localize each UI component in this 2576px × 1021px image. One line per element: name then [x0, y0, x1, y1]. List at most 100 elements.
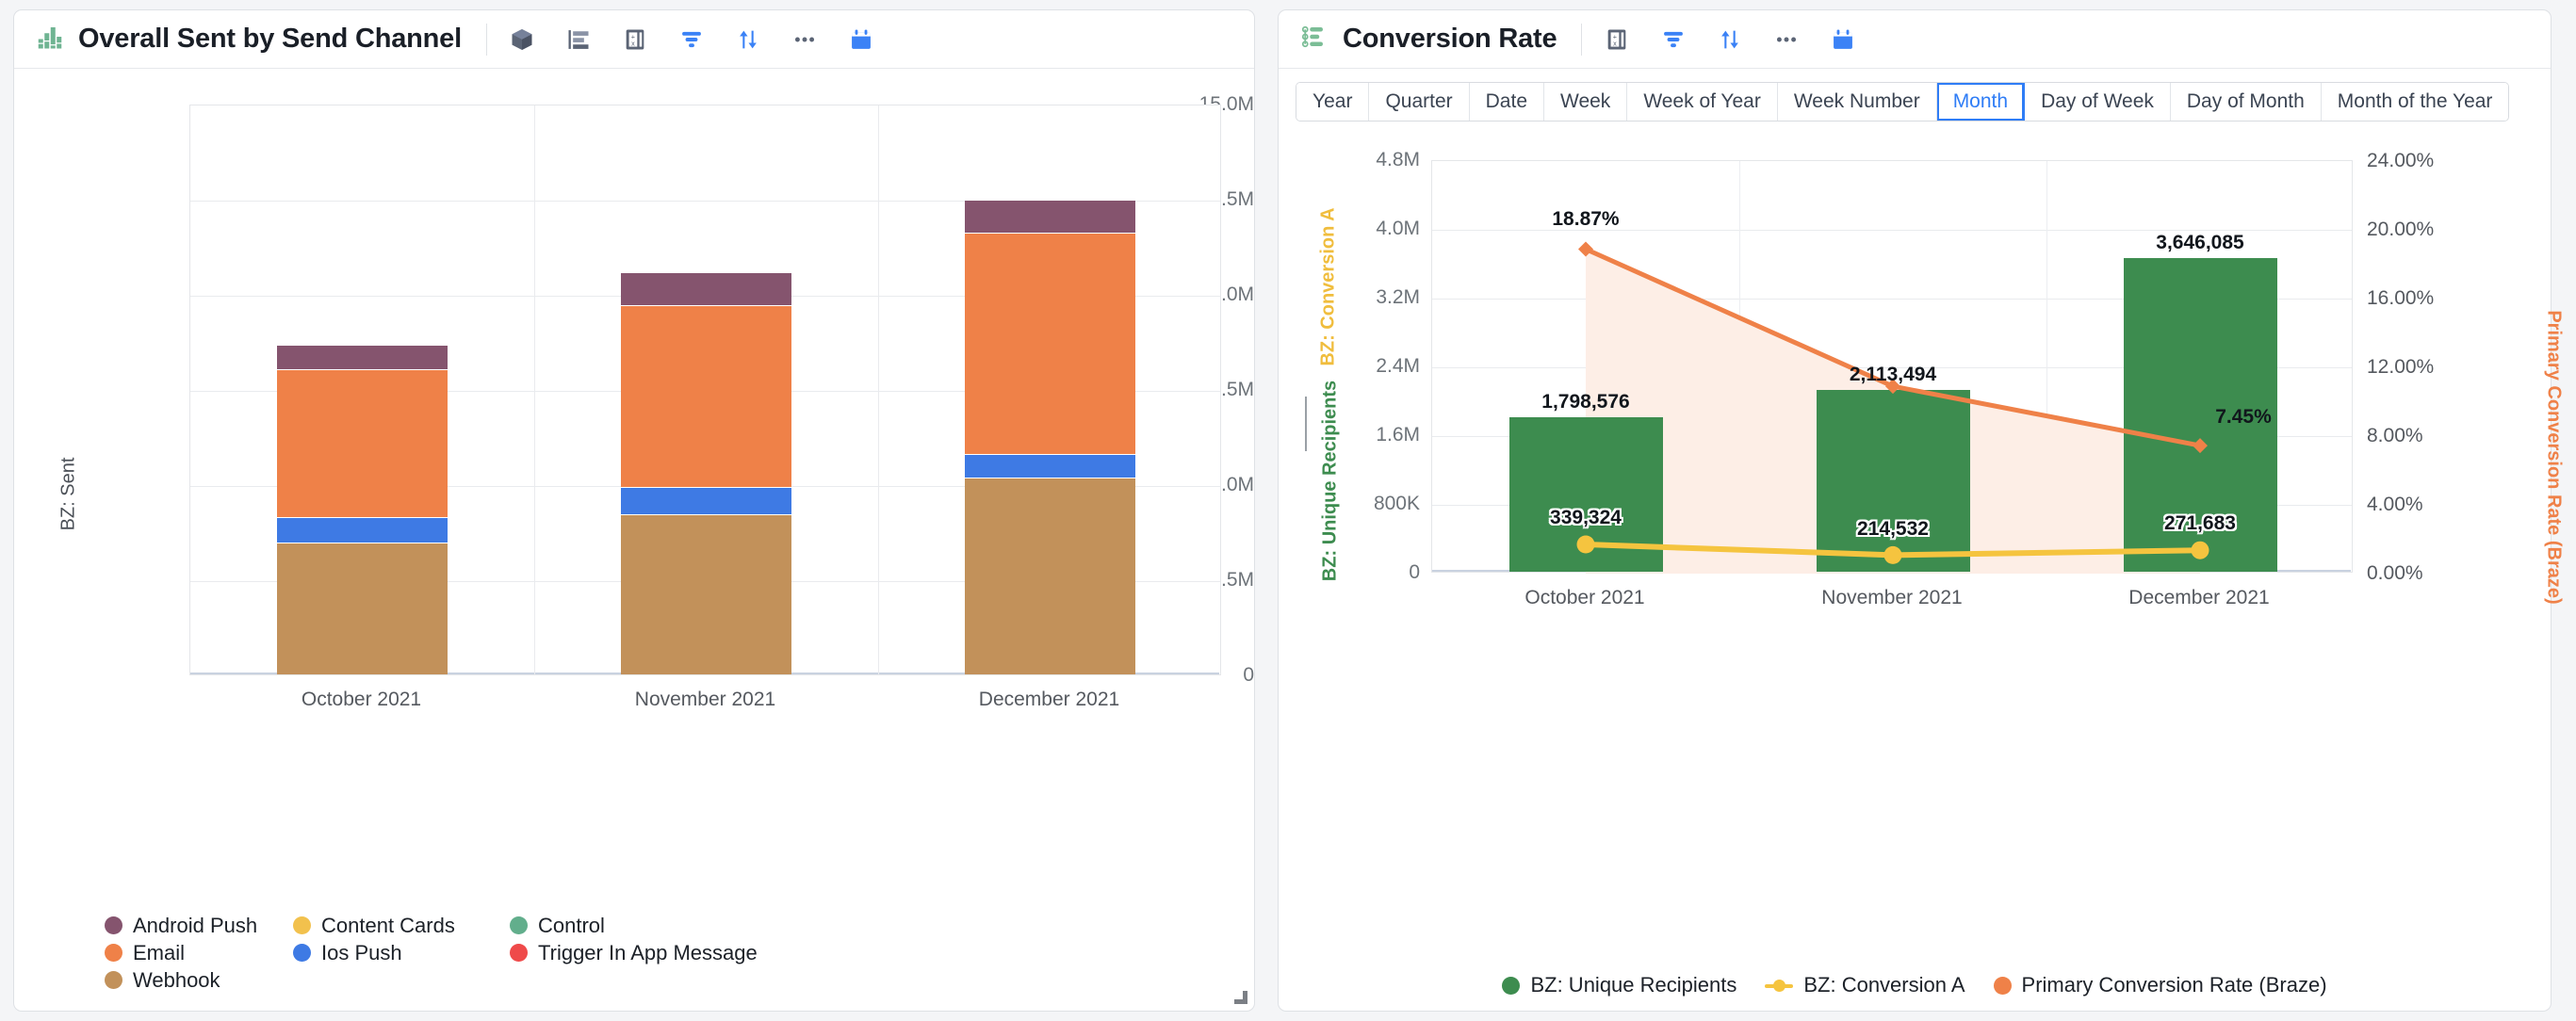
calculator-icon[interactable]: + x: [1603, 25, 1631, 54]
tab-week-of-year[interactable]: Week of Year: [1627, 83, 1778, 121]
legend-label: Webhook: [133, 967, 220, 992]
filter-icon[interactable]: [677, 25, 706, 54]
legend-label: Control: [538, 913, 605, 937]
x-tick: December 2021: [2128, 587, 2270, 608]
data-label-conversion-a: 214,532: [1857, 518, 1929, 540]
right-y-tick: 4.00%: [2367, 494, 2423, 515]
more-options-icon[interactable]: [1772, 25, 1801, 54]
combo-chart-icon: [1299, 23, 1328, 56]
x-tick: October 2021: [301, 689, 422, 710]
legend-item-content-cards[interactable]: Content Cards: [293, 912, 510, 939]
right-y-tick: 0.00%: [2367, 562, 2423, 584]
bar-segment-email[interactable]: [965, 234, 1135, 455]
bar-segment-webhook[interactable]: [965, 478, 1135, 674]
bar-segment-android-push[interactable]: [621, 272, 791, 306]
left-y-tick: 4.0M: [1376, 218, 1420, 239]
left-y-tick: 4.8M: [1376, 149, 1420, 170]
bar-segment-ios-push[interactable]: [277, 517, 448, 543]
data-label-conversion-rate: 18.87%: [1552, 208, 1620, 230]
more-options-icon[interactable]: [791, 25, 819, 54]
right-panel-title: Conversion Rate: [1343, 24, 1557, 54]
right-axis-title: Primary Conversion Rate (Braze): [2543, 310, 2565, 605]
bar-segment-email[interactable]: [277, 369, 448, 517]
bar-segment-webhook[interactable]: [277, 543, 448, 674]
right-y-tick: 20.00%: [2367, 219, 2435, 240]
x-tick: November 2021: [634, 689, 776, 710]
sort-icon[interactable]: [1716, 25, 1744, 54]
right-y-tick: 12.00%: [2367, 356, 2435, 378]
legend-item-trigger-in-app-message[interactable]: Trigger In App Message: [510, 939, 758, 966]
left-panel-header: Overall Sent by Send Channel + x: [14, 10, 1254, 69]
bar-segment-ios-push[interactable]: [621, 487, 791, 515]
legend-swatch: [293, 944, 311, 962]
legend-item-android-push[interactable]: Android Push: [105, 912, 293, 939]
legend-label: Content Cards: [321, 913, 455, 937]
tab-month[interactable]: Month: [1936, 83, 2026, 121]
legend-label: BZ: Conversion A: [1803, 973, 1965, 997]
legend-item-email[interactable]: Email: [105, 939, 293, 966]
tab-quarter[interactable]: Quarter: [1369, 83, 1470, 121]
left-chart-legend: Android Push Content Cards Control Email…: [105, 912, 758, 994]
toolbar-divider: [485, 23, 487, 56]
fields-list-icon[interactable]: [564, 25, 593, 54]
tab-date[interactable]: Date: [1469, 83, 1544, 121]
vertical-divider: [534, 105, 535, 674]
tab-month-of-the-year[interactable]: Month of the Year: [2321, 83, 2509, 121]
conversion-rate-chart: BZ: Unique Recipients BZ: Conversion A P…: [1279, 122, 2565, 1011]
calendar-icon[interactable]: [847, 25, 875, 54]
svg-text:x: x: [631, 39, 635, 47]
legend-item-control[interactable]: Control: [510, 912, 758, 939]
data-label-unique-recipients: 3,646,085: [2156, 232, 2244, 253]
time-granularity-tabs: Year Quarter Date Week Week of Year Week…: [1296, 82, 2510, 122]
bar-segment-android-push[interactable]: [277, 345, 448, 369]
legend-item-primary-conversion-rate[interactable]: Primary Conversion Rate (Braze): [1993, 973, 2327, 997]
data-label-conversion-a: 339,324: [1550, 507, 1622, 528]
stacked-bar-chart-icon: [35, 23, 63, 56]
left-y-tick: 3.2M: [1376, 286, 1420, 308]
sort-icon[interactable]: [734, 25, 762, 54]
data-label-conversion-rate: 7.45%: [2215, 406, 2272, 428]
vertical-divider: [878, 105, 879, 674]
legend-item-unique-recipients[interactable]: BZ: Unique Recipients: [1502, 973, 1736, 997]
right-plot-area: 18.87% 7.45% 1,798,576 2,113,494 3,646,0…: [1431, 160, 2353, 574]
x-tick: December 2021: [978, 689, 1120, 710]
data-label-unique-recipients: 1,798,576: [1541, 391, 1630, 413]
data-label-conversion-a: 271,683: [2164, 512, 2236, 534]
legend-label: Trigger In App Message: [538, 940, 758, 964]
bar-segment-email[interactable]: [621, 306, 791, 487]
tab-week-number[interactable]: Week Number: [1777, 83, 1937, 121]
calculator-icon[interactable]: + x: [621, 25, 649, 54]
tab-day-of-month[interactable]: Day of Month: [2170, 83, 2322, 121]
right-y-tick: 24.00%: [2367, 150, 2435, 171]
resize-handle[interactable]: [1234, 991, 1247, 1004]
legend-item-webhook[interactable]: Webhook: [105, 966, 293, 994]
bar-segment-webhook[interactable]: [621, 515, 791, 674]
bar-segment-ios-push[interactable]: [965, 455, 1135, 478]
left-plot-area: [189, 105, 1221, 675]
right-y-tick: 8.00%: [2367, 425, 2423, 446]
tab-year[interactable]: Year: [1296, 83, 1370, 121]
left-chart-y-axis-title: BZ: Sent: [57, 457, 79, 531]
legend-item-ios-push[interactable]: Ios Push: [293, 939, 510, 966]
legend-swatch: [105, 916, 122, 934]
bar-segment-android-push[interactable]: [965, 200, 1135, 234]
data-label-unique-recipients: 2,113,494: [1849, 364, 1937, 385]
legend-item-conversion-a[interactable]: BZ: Conversion A: [1765, 973, 1965, 997]
filter-icon[interactable]: [1659, 25, 1687, 54]
tile-conversion-rate: Conversion Rate + x Year Quarter Date We…: [1278, 9, 2565, 1012]
dashboard-page: Overall Sent by Send Channel + x BZ: Sen…: [0, 0, 2576, 1021]
left-y-tick: 2.4M: [1376, 355, 1420, 377]
tab-day-of-week[interactable]: Day of Week: [2025, 83, 2171, 121]
calendar-icon[interactable]: [1829, 25, 1857, 54]
x-tick: October 2021: [1524, 587, 1645, 608]
left-panel-title: Overall Sent by Send Channel: [78, 24, 462, 54]
tab-week[interactable]: Week: [1544, 83, 1628, 121]
right-y-tick: 16.00%: [2367, 287, 2435, 309]
left-y-tick: 800K: [1373, 493, 1420, 514]
legend-label: Email: [133, 940, 186, 964]
time-granularity-tabs-wrap: Year Quarter Date Week Week of Year Week…: [1279, 69, 2551, 122]
legend-swatch: [510, 944, 528, 962]
svg-text:x: x: [1614, 39, 1618, 47]
legend-swatch: [510, 916, 528, 934]
cube-icon[interactable]: [508, 25, 536, 54]
